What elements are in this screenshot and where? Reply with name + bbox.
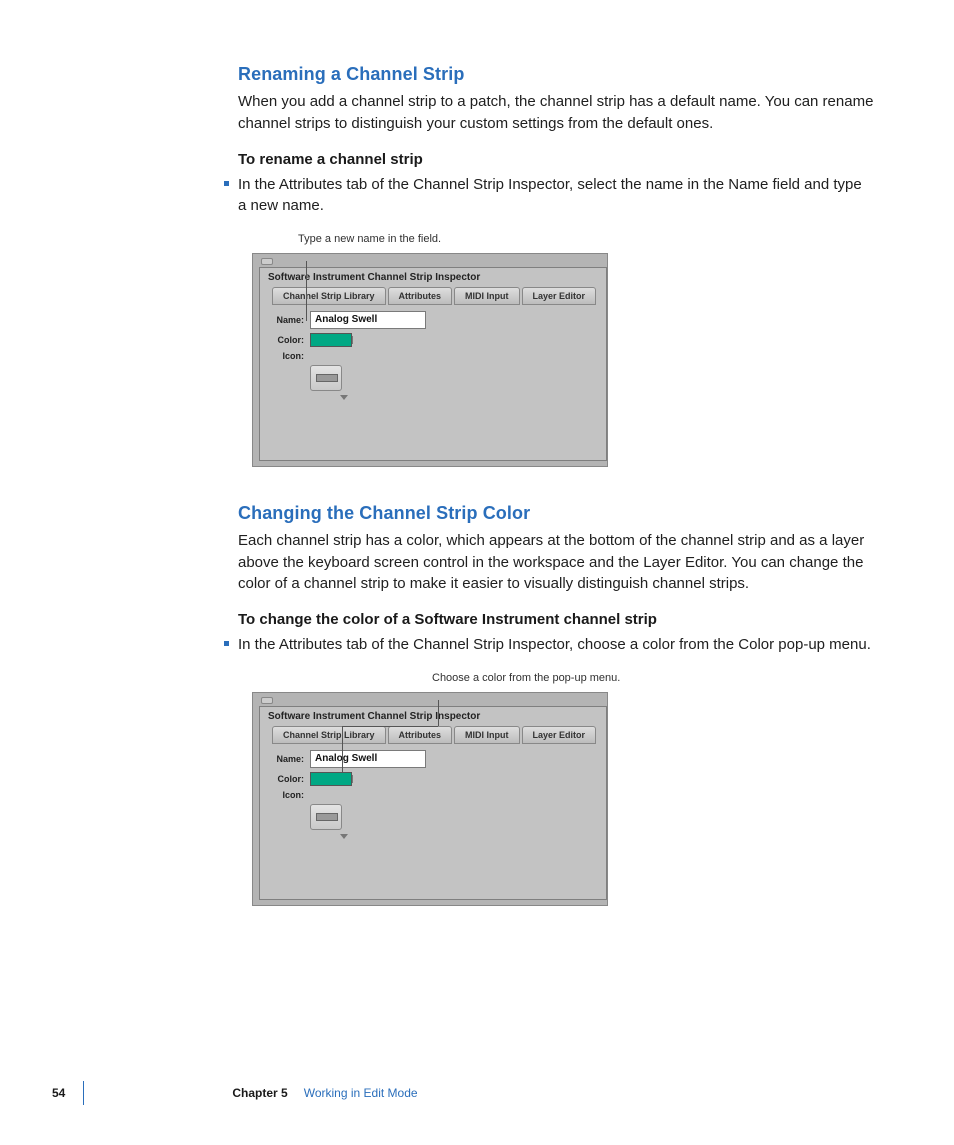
callout-leader-color-h: [342, 726, 438, 727]
bullet-rename: In the Attributes tab of the Channel Str…: [228, 174, 874, 218]
lead-color: To change the color of a Software Instru…: [238, 611, 874, 628]
icon-disclosure[interactable]: [340, 834, 348, 839]
icon-disclosure[interactable]: [340, 395, 348, 400]
screenshot-inspector-2: Software Instrument Channel Strip Inspec…: [252, 692, 608, 906]
icon-picker[interactable]: [310, 365, 342, 391]
tab-midi-input[interactable]: MIDI Input: [454, 726, 520, 744]
bullet-rename-text: In the Attributes tab of the Channel Str…: [238, 174, 874, 218]
label-color: Color:: [274, 335, 304, 345]
window-handle: [261, 258, 273, 265]
label-color: Color:: [274, 774, 304, 784]
callout-leader-color-v2: [342, 726, 343, 778]
tab-layer-editor[interactable]: Layer Editor: [522, 287, 597, 305]
tab-attributes[interactable]: Attributes: [388, 726, 453, 744]
callout-name: Type a new name in the field.: [298, 233, 874, 247]
intro-renaming: When you add a channel strip to a patch,…: [238, 91, 874, 135]
figure-color: Choose a color from the pop-up menu. Sof…: [252, 672, 874, 906]
figure-rename: Type a new name in the field. Software I…: [252, 233, 874, 467]
name-field[interactable]: Analog Swell: [310, 311, 426, 329]
color-popup[interactable]: [310, 333, 352, 347]
tab-attributes[interactable]: Attributes: [388, 287, 453, 305]
page-number: 54: [52, 1086, 65, 1100]
color-popup[interactable]: [310, 772, 352, 786]
icon-picker[interactable]: [310, 804, 342, 830]
label-name: Name:: [274, 754, 304, 764]
window-handle: [261, 697, 273, 704]
label-icon: Icon:: [274, 351, 304, 361]
callout-leader-name: [306, 261, 307, 321]
bullet-color-text: In the Attributes tab of the Channel Str…: [238, 634, 874, 656]
tab-channel-strip-library[interactable]: Channel Strip Library: [272, 287, 386, 305]
heading-color: Changing the Channel Strip Color: [238, 503, 874, 524]
footer-rule: [83, 1081, 84, 1105]
name-field[interactable]: Analog Swell: [310, 750, 426, 768]
panel-title-2: Software Instrument Channel Strip Inspec…: [260, 707, 606, 726]
chapter-label: Chapter 5: [232, 1086, 287, 1100]
tab-midi-input[interactable]: MIDI Input: [454, 287, 520, 305]
tab-layer-editor[interactable]: Layer Editor: [522, 726, 597, 744]
page-footer: 54 Chapter 5 Working in Edit Mode: [52, 1081, 418, 1105]
callout-leader-color-v: [438, 700, 439, 726]
bullet-color: In the Attributes tab of the Channel Str…: [228, 634, 874, 656]
chapter-title: Working in Edit Mode: [304, 1086, 418, 1100]
lead-rename: To rename a channel strip: [238, 151, 874, 168]
intro-color: Each channel strip has a color, which ap…: [238, 530, 874, 595]
heading-renaming: Renaming a Channel Strip: [238, 64, 874, 85]
label-icon: Icon:: [274, 790, 304, 800]
tab-channel-strip-library[interactable]: Channel Strip Library: [272, 726, 386, 744]
callout-color: Choose a color from the pop-up menu.: [432, 672, 874, 686]
label-name: Name:: [274, 315, 304, 325]
panel-title-1: Software Instrument Channel Strip Inspec…: [260, 268, 606, 287]
